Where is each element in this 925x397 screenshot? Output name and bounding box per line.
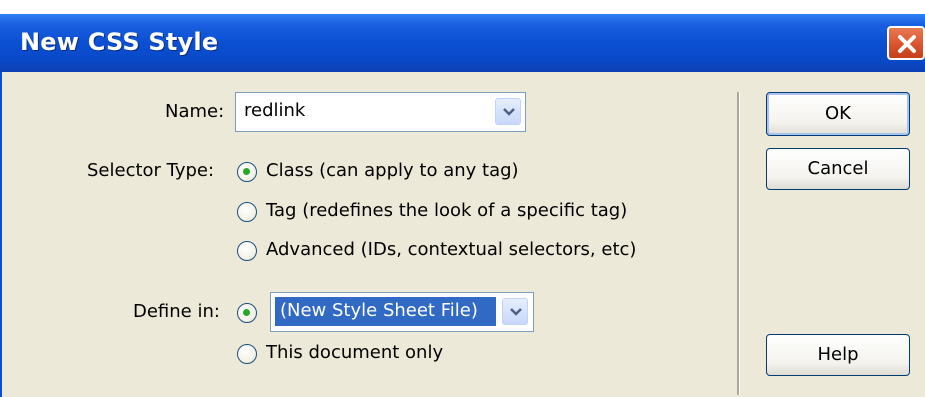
selector-type-label: Selector Type:	[87, 160, 215, 181]
define-in-dropdown-button[interactable]	[502, 298, 528, 325]
radio-class[interactable]	[237, 162, 257, 182]
ok-button-label: OK	[825, 103, 851, 124]
radio-new-style-sheet[interactable]	[237, 303, 257, 323]
radio-advanced[interactable]	[237, 241, 257, 261]
name-label: Name:	[165, 101, 225, 122]
radio-class-label[interactable]: Class (can apply to any tag)	[266, 160, 519, 181]
define-in-value[interactable]: (New Style Sheet File)	[280, 300, 478, 321]
ok-button[interactable]: OK	[766, 92, 910, 136]
name-value[interactable]: redlink	[244, 100, 305, 121]
title-bar[interactable]: New CSS Style	[0, 14, 925, 72]
chevron-down-icon	[510, 308, 522, 316]
radio-this-document-label[interactable]: This document only	[266, 342, 443, 363]
radio-tag[interactable]	[237, 202, 257, 222]
radio-tag-label[interactable]: Tag (redefines the look of a specific ta…	[266, 200, 627, 221]
help-button-label: Help	[817, 344, 859, 365]
close-icon	[898, 35, 916, 53]
radio-advanced-label[interactable]: Advanced (IDs, contextual selectors, etc…	[266, 239, 636, 260]
define-in-combobox[interactable]: (New Style Sheet File)	[270, 292, 534, 332]
chevron-down-icon	[503, 108, 515, 116]
define-in-label: Define in:	[133, 301, 220, 322]
close-button[interactable]	[887, 26, 925, 60]
name-combobox[interactable]: redlink	[235, 92, 526, 132]
radio-this-document[interactable]	[237, 344, 257, 364]
vertical-divider	[737, 92, 739, 395]
window-title: New CSS Style	[20, 28, 219, 56]
help-button[interactable]: Help	[766, 334, 910, 376]
name-dropdown-button[interactable]	[495, 98, 521, 125]
cancel-button-label: Cancel	[807, 158, 869, 179]
cancel-button[interactable]: Cancel	[766, 148, 910, 190]
